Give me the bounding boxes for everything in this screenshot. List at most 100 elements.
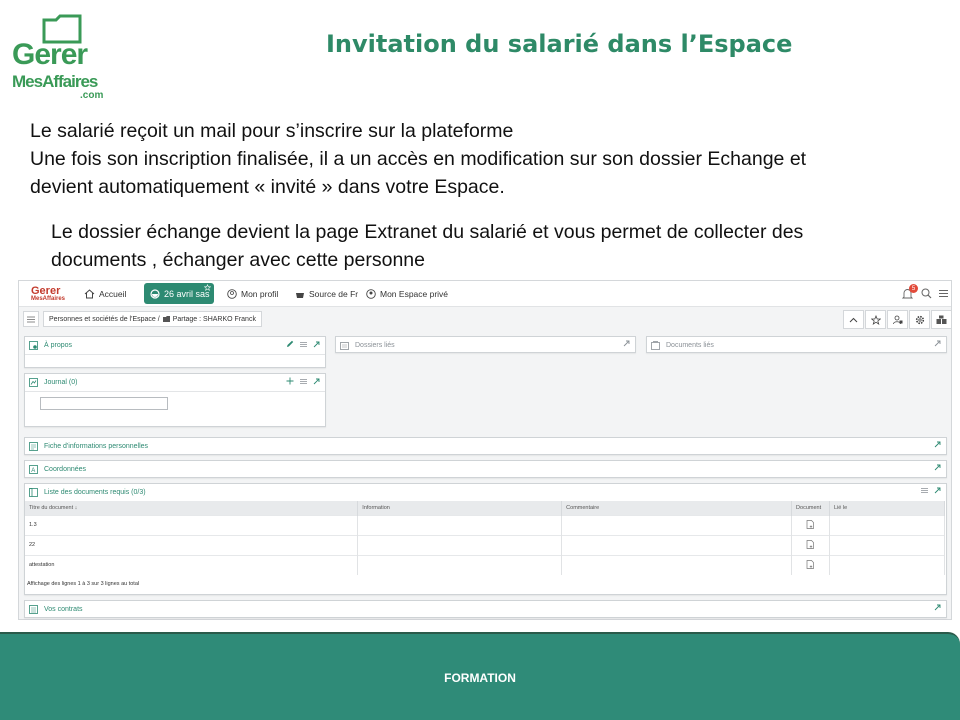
footer-band: FORMATION (0, 632, 960, 720)
form-icon (29, 442, 38, 451)
panel-header: Liste des documents requis (0/3) (25, 484, 946, 501)
cell-title: 22 (25, 534, 359, 555)
panel-title[interactable]: Journal (0) (44, 379, 77, 386)
panel-dossiers-lies: Dossiers liés (335, 336, 636, 353)
favorite-button[interactable] (865, 310, 886, 329)
table-header-row: Titre du document ↓ Information Commenta… (25, 501, 945, 515)
panel-title[interactable]: À propos (44, 342, 72, 349)
expand-arrow-icon[interactable] (313, 378, 320, 385)
user-circle-icon (366, 289, 376, 299)
panel-actions (921, 487, 941, 494)
table-row[interactable]: 22 (25, 534, 945, 555)
cell-comment (561, 534, 793, 555)
panel-title[interactable]: Dossiers liés (355, 342, 395, 349)
nav-profile-label: Mon profil (241, 289, 279, 299)
sidebar-toggle-button[interactable] (23, 311, 39, 327)
brand-logo: Gerer MesAffaires .com (10, 10, 110, 101)
collapse-button[interactable] (843, 310, 864, 329)
column-header[interactable]: Information (357, 501, 563, 515)
panel-header: Vos contrats (25, 601, 946, 618)
panel-contrats: Vos contrats (24, 600, 947, 618)
list-icon[interactable] (921, 487, 928, 494)
packages-button[interactable] (931, 310, 952, 329)
settings-button[interactable] (909, 310, 930, 329)
panel-header: A Coordonnées (25, 461, 946, 478)
app-screenshot: Gerer MesAffaires Accueil 26 avril sas M… (18, 280, 952, 620)
nav-source[interactable]: Source de Fr (295, 281, 358, 307)
list-icon[interactable] (300, 378, 307, 385)
logo-line-3: .com (80, 90, 104, 101)
panel-actions (623, 340, 630, 347)
expand-arrow-icon[interactable] (623, 340, 630, 347)
user-circle-icon (227, 289, 237, 299)
nav-home-label: Accueil (99, 289, 127, 299)
nav-private-space-label: Mon Espace privé (380, 289, 449, 299)
cell-document (791, 514, 831, 535)
search-icon[interactable] (921, 288, 932, 299)
breadcrumb-bar: Personnes et sociétés de l'Espace / Part… (19, 308, 952, 330)
contact-card-icon: A (29, 465, 38, 474)
paragraph-invitation: Le salarié reçoit un mail pour s’inscrir… (30, 117, 806, 201)
panel-actions (286, 340, 320, 348)
expand-arrow-icon[interactable] (934, 604, 941, 611)
breadcrumb-path[interactable]: Personnes et sociétés de l'Espace / (49, 316, 160, 323)
panel-title[interactable]: Liste des documents requis (0/3) (44, 489, 146, 496)
column-header[interactable]: Commentaire (561, 501, 793, 515)
panel-title[interactable]: Vos contrats (44, 606, 83, 613)
upload-document-icon[interactable] (806, 519, 815, 529)
footer-label: FORMATION (444, 671, 516, 685)
upload-document-icon[interactable] (806, 559, 815, 569)
nav-profile[interactable]: Mon profil (227, 281, 278, 307)
panel-title[interactable]: Coordonnées (44, 466, 86, 473)
calendar-icon (150, 288, 160, 299)
members-button[interactable] (887, 310, 908, 329)
upload-document-icon[interactable] (806, 539, 815, 549)
home-icon (84, 289, 95, 299)
boxes-icon (936, 315, 947, 324)
app-logo[interactable]: Gerer MesAffaires (31, 283, 71, 305)
nav-date-label: 26 avril sas (164, 288, 210, 299)
documents-table: Titre du document ↓ Information Commenta… (25, 501, 945, 575)
panel-fiche-infos: Fiche d'informations personnelles (24, 437, 947, 455)
cell-title: attestation (25, 554, 359, 575)
paragraph-line: devient automatiquement « invité » dans … (30, 176, 505, 198)
table-row[interactable]: attestation (25, 554, 945, 575)
pencil-icon[interactable] (286, 340, 294, 348)
paragraph-line: Le salarié reçoit un mail pour s’inscrir… (30, 120, 514, 142)
cell-linked (829, 554, 945, 575)
user-lock-icon (892, 315, 902, 324)
expand-arrow-icon[interactable] (934, 487, 941, 494)
panel-title[interactable]: Documents liés (666, 342, 714, 349)
expand-arrow-icon[interactable] (313, 341, 320, 348)
info-card-icon (29, 341, 38, 350)
nav-source-label: Source de Fr (309, 289, 359, 299)
expand-arrow-icon[interactable] (934, 340, 941, 347)
column-header[interactable]: Titre du document ↓ (25, 501, 359, 515)
plus-icon[interactable] (286, 377, 294, 385)
panel-documents-lies: Documents liés (646, 336, 947, 353)
column-header[interactable]: Document (791, 501, 831, 515)
gear-icon (915, 315, 924, 324)
paragraph-line: documents , échanger avec cette personne (51, 249, 425, 271)
panel-title[interactable]: Fiche d'informations personnelles (44, 443, 148, 450)
nav-date[interactable]: 26 avril sas (144, 283, 214, 304)
cell-information (357, 514, 563, 535)
app-logo-line-2: MesAffaires (31, 296, 66, 302)
expand-arrow-icon[interactable] (934, 464, 941, 471)
chevron-up-icon (849, 317, 858, 322)
nav-home[interactable]: Accueil (84, 281, 126, 307)
list-icon[interactable] (300, 341, 307, 348)
hamburger-menu-icon[interactable] (939, 289, 948, 298)
column-header[interactable]: Lié le (829, 501, 945, 515)
logo-line-1: Gerer (12, 38, 88, 71)
panel-apropos: À propos (24, 336, 326, 368)
table-row[interactable]: 1.3 (25, 514, 945, 535)
journal-input[interactable] (40, 397, 168, 410)
folders-icon (340, 342, 349, 350)
nav-private-space[interactable]: Mon Espace privé (366, 281, 448, 307)
panel-header: Documents liés (647, 337, 946, 354)
paragraph-extranet: Le dossier échange devient la page Extra… (51, 218, 803, 274)
expand-arrow-icon[interactable] (934, 441, 941, 448)
panel-header: Journal (0) (25, 374, 325, 391)
hamburger-menu-icon (27, 316, 35, 322)
